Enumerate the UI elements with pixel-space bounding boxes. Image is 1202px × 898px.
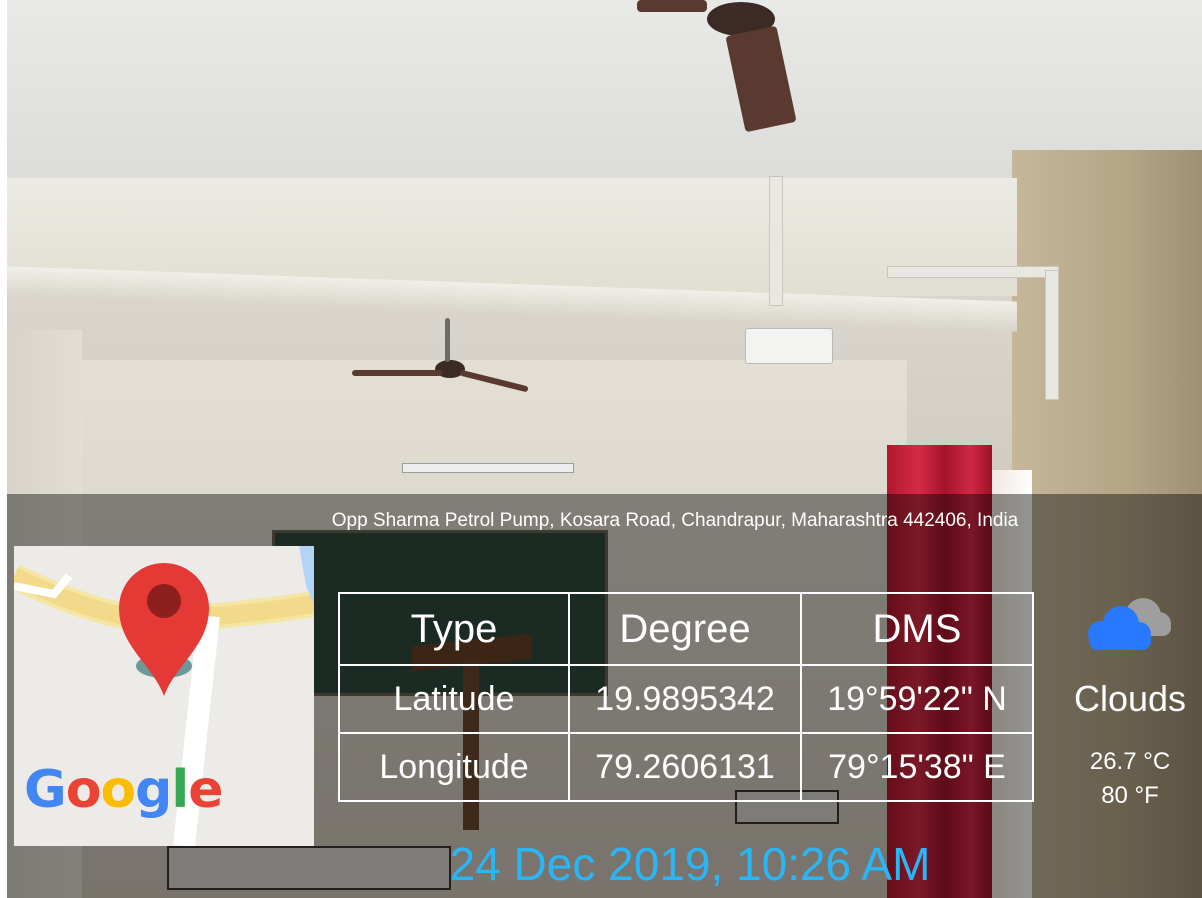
coordinates-table: Type Degree DMS Latitude 19.9895342 19°5… (338, 592, 1034, 802)
google-logo: Google (24, 760, 224, 820)
google-logo-letter: G (24, 760, 67, 820)
tube-light (402, 463, 574, 473)
conduit-pipe (1045, 270, 1059, 400)
google-logo-letter: o (100, 760, 136, 820)
google-logo-letter: o (65, 760, 102, 820)
header-degree: Degree (568, 592, 802, 666)
weather-description: Clouds (1073, 678, 1187, 719)
temperature-fahrenheit: 80 °F (1101, 782, 1159, 809)
projector (745, 328, 833, 364)
longitude-degree: 79.2606131 (568, 732, 802, 802)
longitude-row: Longitude 79.2606131 79°15'38" E (338, 732, 1034, 802)
longitude-label: Longitude (338, 732, 570, 802)
latitude-row: Latitude 19.9895342 19°59'22" N (338, 664, 1034, 734)
google-logo-letter: g (135, 760, 172, 820)
latitude-label: Latitude (338, 664, 570, 734)
latitude-degree: 19.9895342 (568, 664, 802, 734)
temperature-celsius: 26.7 °C (1089, 748, 1171, 775)
latitude-dms: 19°59'22" N (800, 664, 1034, 734)
conduit-pipe (887, 266, 1059, 278)
google-logo-letter: l (171, 760, 189, 820)
coordinates-header-row: Type Degree DMS (338, 592, 1034, 666)
fan-rod (445, 318, 450, 362)
location-address: Opp Sharma Petrol Pump, Kosara Road, Cha… (331, 510, 1019, 531)
capture-timestamp: 24 Dec 2019, 10:26 AM (449, 838, 931, 890)
conduit-pipe (769, 176, 783, 306)
ceiling-fan-blade-2 (352, 370, 442, 376)
cloud-icon (1088, 598, 1171, 650)
header-type: Type (338, 592, 570, 666)
ceiling-fan-blade (637, 0, 707, 12)
longitude-dms: 79°15'38" E (800, 732, 1034, 802)
header-dms: DMS (800, 592, 1034, 666)
weather-temperature: 26.7 °C 80 °F (1060, 745, 1200, 813)
geotagged-photo-frame: Opp Sharma Petrol Pump, Kosara Road, Cha… (0, 0, 1202, 898)
google-logo-letter: e (188, 760, 223, 820)
google-logo-text: Google (24, 760, 224, 820)
